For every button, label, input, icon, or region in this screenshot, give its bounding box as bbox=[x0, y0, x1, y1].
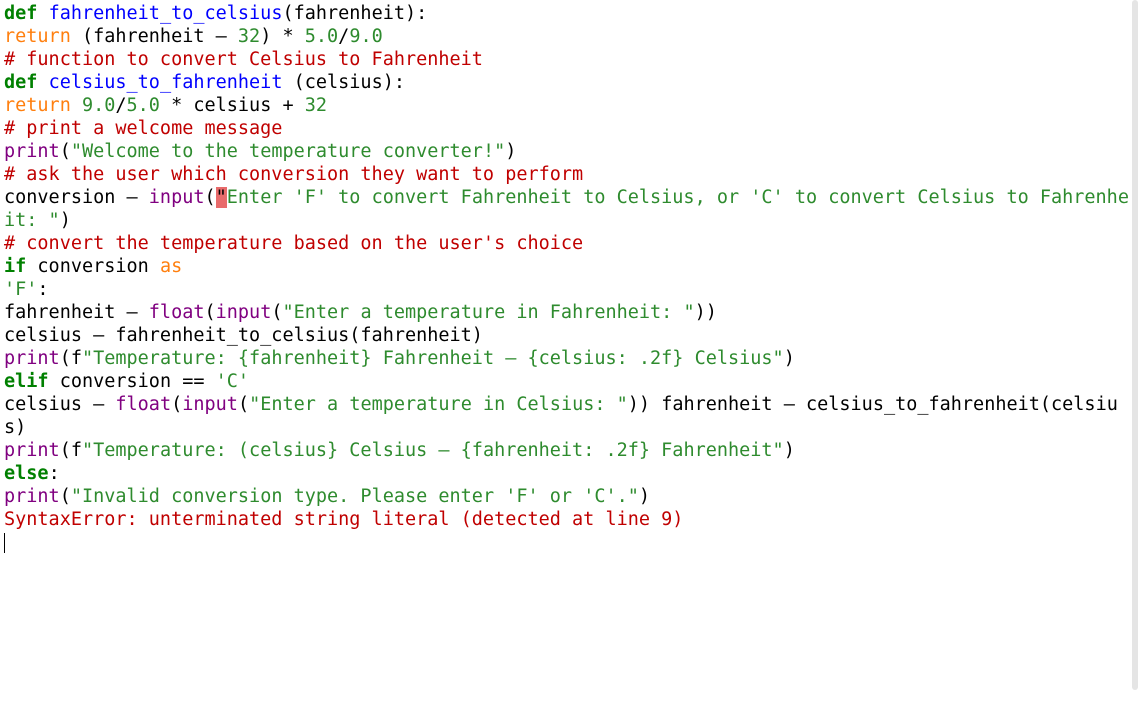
line-14: celsius – fahrenheit_to_celsius(fahrenhe… bbox=[4, 325, 483, 346]
text-cursor bbox=[4, 533, 5, 553]
string-literal: "Welcome to the temperature converter!" bbox=[71, 141, 505, 162]
line-12: 'F': bbox=[4, 279, 49, 300]
comment-line: # print a welcome message bbox=[4, 118, 282, 139]
string-literal: "Temperature: (celsius} Celsius – {fahre… bbox=[82, 440, 661, 461]
code-text: ( bbox=[60, 486, 71, 507]
vertical-scrollbar[interactable] bbox=[1132, 0, 1138, 710]
line-5: return 9.0/5.0 * celsius + 32 bbox=[4, 95, 327, 116]
string-literal: "Enter a temperature in Celsius: " bbox=[249, 394, 628, 415]
builtin-float: float bbox=[149, 302, 205, 323]
comment-line: # function to convert Celsius to Fahrenh… bbox=[4, 49, 483, 70]
builtin-input: input bbox=[149, 187, 205, 208]
keyword-return: return bbox=[4, 26, 71, 47]
builtin-input: input bbox=[182, 394, 238, 415]
code-text: / bbox=[115, 95, 126, 116]
error-message: SyntaxError: unterminated string literal… bbox=[4, 509, 683, 530]
builtin-print: print bbox=[4, 141, 60, 162]
string-literal: Celsius" bbox=[695, 348, 784, 369]
comment-line: # ask the user which conversion they wan… bbox=[4, 164, 583, 185]
scrollbar-thumb[interactable] bbox=[1132, 0, 1138, 690]
line-7: print("Welcome to the temperature conver… bbox=[4, 141, 516, 162]
code-text: ) * bbox=[260, 26, 305, 47]
number-literal: 5.0 bbox=[127, 95, 160, 116]
code-text: celsius – bbox=[4, 394, 115, 415]
keyword-else: else bbox=[4, 463, 49, 484]
code-editor[interactable]: def fahrenheit_to_celsius(fahrenheit): r… bbox=[0, 0, 1138, 556]
code-text: ( bbox=[205, 302, 216, 323]
line-11: if conversion as bbox=[4, 256, 182, 277]
number-literal: 32 bbox=[305, 95, 327, 116]
function-name: fahrenheit_to_celsius bbox=[49, 3, 283, 24]
code-text: (f bbox=[60, 348, 82, 369]
line-9: conversion – input("Enter 'F' to convert… bbox=[4, 187, 1129, 231]
keyword-elif: elif bbox=[4, 371, 49, 392]
code-text: conversion bbox=[26, 256, 160, 277]
code-text: * celsius + bbox=[160, 95, 305, 116]
code-text: : bbox=[49, 463, 60, 484]
line-4: def celsius_to_fahrenheit (celsius): bbox=[4, 72, 405, 93]
comment-line: # convert the temperature based on the u… bbox=[4, 233, 583, 254]
number-literal: 9.0 bbox=[349, 26, 382, 47]
code-text bbox=[71, 95, 82, 116]
string-literal: "Enter a temperature in Fahrenheit: bbox=[282, 302, 683, 323]
code-text: ( bbox=[171, 394, 182, 415]
code-text: ( bbox=[205, 187, 216, 208]
builtin-print: print bbox=[4, 348, 60, 369]
string-literal: 'C' bbox=[216, 371, 249, 392]
code-text: (celsius): bbox=[282, 72, 405, 93]
code-text: (f bbox=[60, 440, 82, 461]
code-text: ( bbox=[271, 302, 282, 323]
line-18: print(f"Temperature: (celsius} Celsius –… bbox=[4, 440, 795, 461]
line-17: celsius – float(input("Enter a temperatu… bbox=[4, 394, 1118, 438]
keyword-as: as bbox=[160, 256, 182, 277]
code-text: (fahrenheit – bbox=[71, 26, 238, 47]
code-text: conversion – bbox=[4, 187, 149, 208]
code-text: ) bbox=[784, 440, 795, 461]
keyword-if: if bbox=[4, 256, 26, 277]
code-text: )) bbox=[695, 302, 717, 323]
code-text: ( bbox=[60, 141, 71, 162]
line-16: elif conversion == 'C' bbox=[4, 371, 249, 392]
line-15: print(f"Temperature: {fahrenheit} Fahren… bbox=[4, 348, 795, 369]
number-literal: 9.0 bbox=[82, 95, 115, 116]
string-literal: " bbox=[683, 302, 694, 323]
line-20: print("Invalid conversion type. Please e… bbox=[4, 486, 650, 507]
keyword-def: def bbox=[4, 3, 37, 24]
string-literal: "Invalid conversion type. Please enter '… bbox=[71, 486, 639, 507]
builtin-print: print bbox=[4, 486, 60, 507]
error-highlight: " bbox=[216, 187, 227, 208]
code-text: conversion == bbox=[49, 371, 216, 392]
code-text: (fahrenheit): bbox=[282, 3, 427, 24]
code-text: ) bbox=[639, 486, 650, 507]
function-name: celsius_to_fahrenheit bbox=[49, 72, 283, 93]
builtin-float: float bbox=[115, 394, 171, 415]
keyword-return: return bbox=[4, 95, 71, 116]
line-19: else: bbox=[4, 463, 60, 484]
code-text: : bbox=[37, 279, 48, 300]
string-literal: Fahrenheit" bbox=[661, 440, 784, 461]
keyword-def: def bbox=[4, 72, 37, 93]
code-text: ( bbox=[238, 394, 249, 415]
code-text: ) bbox=[60, 210, 71, 231]
code-text: fahrenheit – bbox=[4, 302, 149, 323]
string-literal: "Temperature: {fahrenheit} Fahrenheit – … bbox=[82, 348, 695, 369]
builtin-print: print bbox=[4, 440, 60, 461]
code-text: / bbox=[338, 26, 349, 47]
number-literal: 32 bbox=[238, 26, 260, 47]
line-13: fahrenheit – float(input("Enter a temper… bbox=[4, 302, 717, 323]
code-text: ) bbox=[784, 348, 795, 369]
string-literal: 'F' bbox=[4, 279, 37, 300]
string-literal: Enter 'F' to convert Fahrenheit to Celsi… bbox=[227, 187, 750, 208]
code-text: ) bbox=[505, 141, 516, 162]
line-1: def fahrenheit_to_celsius(fahrenheit): bbox=[4, 3, 427, 24]
number-literal: 5.0 bbox=[305, 26, 338, 47]
line-2: return (fahrenheit – 32) * 5.0/9.0 bbox=[4, 26, 383, 47]
builtin-input: input bbox=[216, 302, 272, 323]
